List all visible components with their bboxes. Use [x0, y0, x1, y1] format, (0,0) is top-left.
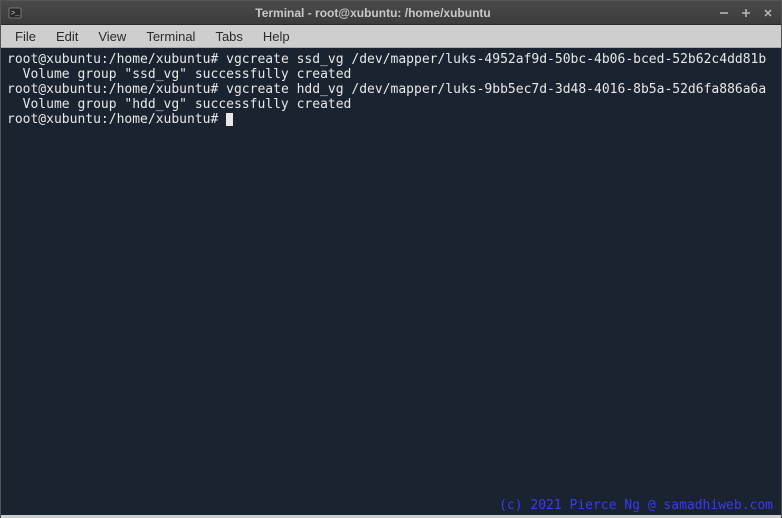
svg-text:>_: >_: [11, 10, 20, 18]
terminal-viewport[interactable]: root@xubuntu:/home/xubuntu# vgcreate ssd…: [1, 48, 781, 515]
menu-file[interactable]: File: [5, 26, 46, 47]
prompt: root@xubuntu:/home/xubuntu#: [7, 82, 226, 97]
command: vgcreate ssd_vg /dev/mapper/luks-4952af9…: [226, 52, 766, 67]
prompt: root@xubuntu:/home/xubuntu#: [7, 52, 226, 67]
window-controls: [717, 6, 775, 20]
menu-tabs[interactable]: Tabs: [205, 26, 252, 47]
cursor: [226, 113, 233, 126]
menu-view[interactable]: View: [88, 26, 136, 47]
close-button[interactable]: [761, 6, 775, 20]
output: Volume group "hdd_vg" successfully creat…: [7, 97, 351, 112]
menu-help[interactable]: Help: [253, 26, 300, 47]
prompt: root@xubuntu:/home/xubuntu#: [7, 112, 226, 127]
terminal-line: root@xubuntu:/home/xubuntu# vgcreate ssd…: [7, 52, 775, 67]
terminal-line: Volume group "hdd_vg" successfully creat…: [7, 97, 775, 112]
terminal-line: root@xubuntu:/home/xubuntu# vgcreate hdd…: [7, 82, 775, 97]
maximize-button[interactable]: [739, 6, 753, 20]
menu-edit[interactable]: Edit: [46, 26, 88, 47]
minimize-button[interactable]: [717, 6, 731, 20]
menubar: File Edit View Terminal Tabs Help: [1, 25, 781, 48]
terminal-icon: >_: [7, 5, 23, 21]
window-title: Terminal - root@xubuntu: /home/xubuntu: [29, 6, 717, 20]
menu-terminal[interactable]: Terminal: [136, 26, 205, 47]
terminal-line: root@xubuntu:/home/xubuntu#: [7, 112, 775, 127]
output: Volume group "ssd_vg" successfully creat…: [7, 67, 351, 82]
command: vgcreate hdd_vg /dev/mapper/luks-9bb5ec7…: [226, 82, 766, 97]
window-titlebar: >_ Terminal - root@xubuntu: /home/xubunt…: [1, 1, 781, 25]
watermark: (c) 2021 Pierce Ng @ samadhiweb.com: [499, 498, 773, 513]
terminal-line: Volume group "ssd_vg" successfully creat…: [7, 67, 775, 82]
